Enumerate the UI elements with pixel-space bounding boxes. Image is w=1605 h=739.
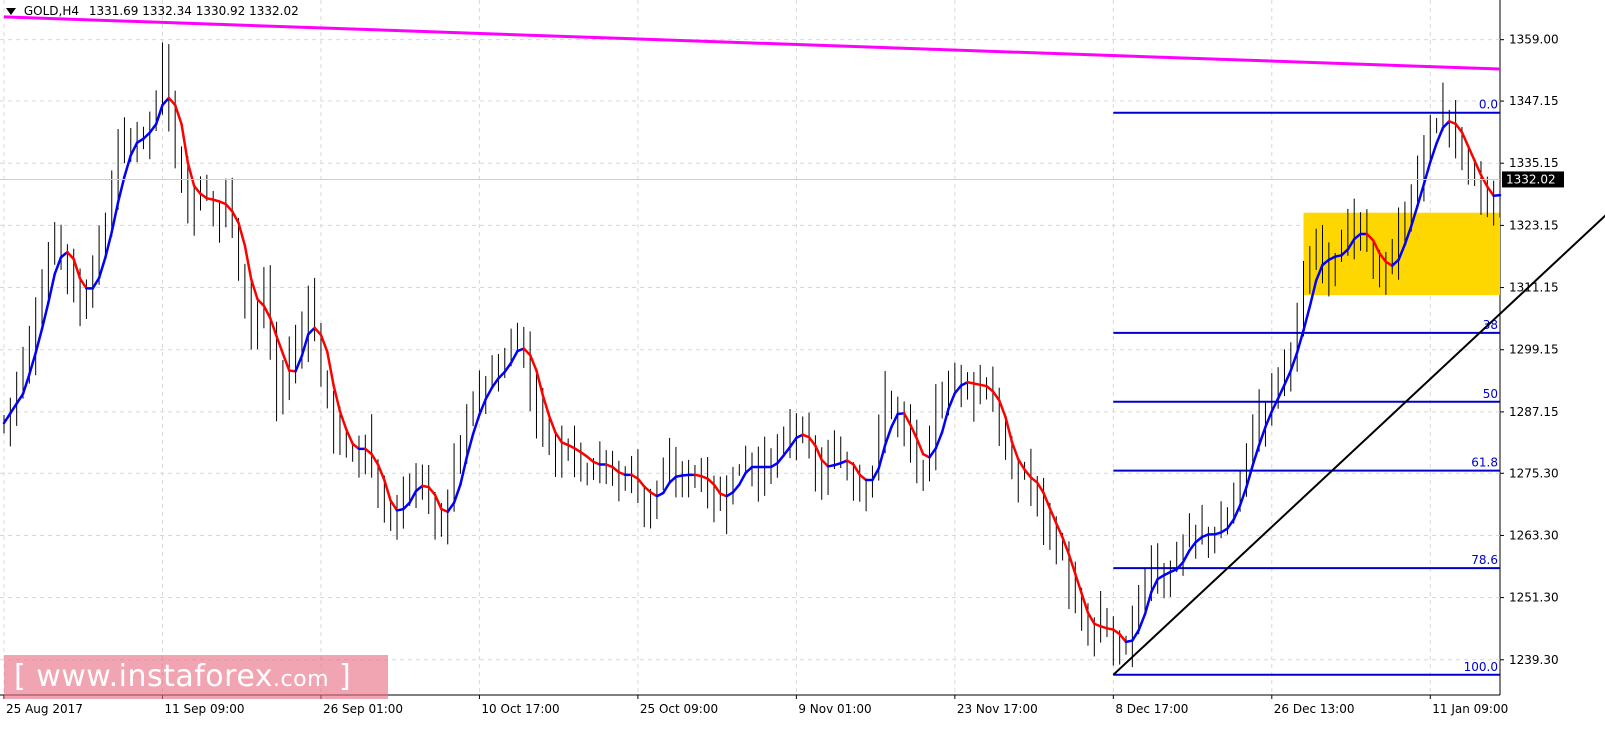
fib-level-label: 38 [1483,318,1498,332]
x-tick-label: 26 Dec 13:00 [1274,702,1355,716]
y-tick-label: 1347.15 [1509,94,1559,108]
symbol-label: GOLD,H4 [23,4,79,18]
x-tick-label: 11 Jan 09:00 [1432,702,1508,716]
price-chart[interactable]: 1359.001347.151335.151323.151311.151299.… [0,0,1605,739]
y-tick-label: 1263.30 [1509,528,1559,542]
x-tick-label: 11 Sep 09:00 [164,702,244,716]
x-tick-label: 8 Dec 17:00 [1115,702,1188,716]
logo-open-bracket: [ [14,659,27,694]
y-tick-label: 1359.00 [1509,33,1559,47]
y-tick-label: 1275.30 [1509,466,1559,480]
ohlc-values: 1331.69 1332.34 1330.92 1332.02 [88,4,299,18]
x-tick-label: 23 Nov 17:00 [957,702,1038,716]
fib-level-label: 50 [1483,387,1498,401]
y-tick-label: 1287.15 [1509,405,1559,419]
fib-level-label: 100.0 [1464,660,1498,674]
y-tick-label: 1299.15 [1509,343,1559,357]
chart-header: GOLD,H4 1331.69 1332.34 1330.92 1332.02 [6,4,299,18]
watermark-logo: [ www.instaforex.com] [4,655,388,699]
logo-com: .com [273,667,329,692]
fib-level-label: 78.6 [1471,553,1498,567]
fib-level-label: 61.8 [1471,456,1498,470]
y-tick-label: 1335.15 [1509,156,1559,170]
x-tick-label: 9 Nov 01:00 [798,702,871,716]
logo-www: www. [36,659,119,694]
collapse-triangle-icon[interactable] [6,8,16,15]
y-tick-label: 1251.30 [1509,591,1559,605]
last-price-label: 1332.02 [1506,172,1556,186]
x-tick-label: 10 Oct 17:00 [481,702,559,716]
ma-segment [1492,193,1502,197]
x-tick-label: 25 Oct 09:00 [640,702,718,716]
y-tick-label: 1239.30 [1509,653,1559,667]
fib-level-label: 0.0 [1479,98,1498,112]
logo-close-bracket: ] [339,659,352,694]
y-tick-label: 1323.15 [1509,218,1559,232]
logo-brand: instaforex [118,659,274,694]
x-tick-label: 25 Aug 2017 [6,702,83,716]
x-tick-label: 26 Sep 01:00 [323,702,403,716]
chart-background [0,0,1605,739]
